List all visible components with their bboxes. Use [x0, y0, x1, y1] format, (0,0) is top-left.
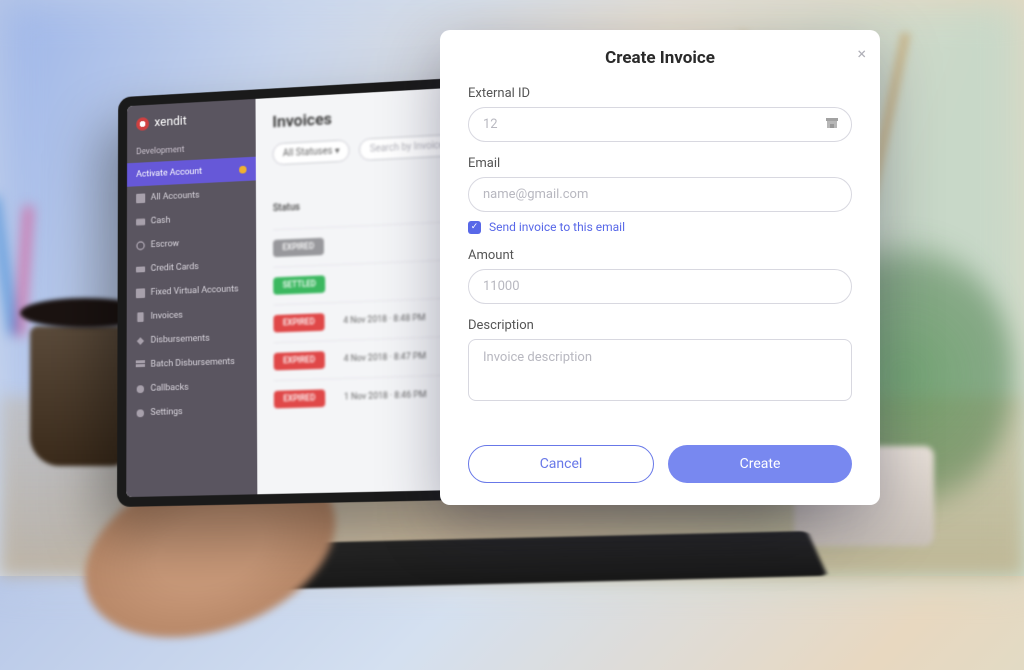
send-email-label: Send invoice to this email [489, 220, 625, 234]
brand-logo-icon [136, 117, 149, 131]
store-icon [824, 115, 840, 131]
col-status: Status [273, 195, 339, 220]
status-badge: SETTLED [273, 275, 325, 294]
gear-icon [136, 408, 145, 418]
create-invoice-modal: Create Invoice × External ID Email ✓ Sen… [440, 30, 880, 505]
card-icon [136, 264, 145, 274]
checkbox-icon: ✓ [468, 221, 481, 234]
sidebar-item-label: Activate Account [136, 166, 202, 180]
va-icon [136, 288, 145, 298]
disbursement-icon [136, 336, 145, 346]
pending-indicator-icon [239, 165, 246, 173]
email-input[interactable] [468, 177, 852, 212]
amount-label: Amount [468, 248, 852, 263]
accounts-icon [136, 193, 145, 203]
email-label: Email [468, 156, 852, 171]
sidebar-item-label: Escrow [151, 238, 179, 250]
status-badge: EXPIRED [273, 238, 324, 258]
modal-title: Create Invoice [460, 48, 860, 68]
description-input[interactable] [468, 339, 852, 401]
amount-input[interactable] [468, 269, 852, 304]
batch-icon [136, 360, 145, 370]
sidebar-item-settings[interactable]: Settings [126, 397, 257, 425]
cancel-button[interactable]: Cancel [468, 445, 654, 483]
sidebar-item-label: Settings [150, 406, 182, 418]
create-button[interactable]: Create [668, 445, 852, 483]
sidebar-item-label: Callbacks [150, 382, 188, 394]
close-icon[interactable]: × [857, 44, 866, 63]
sidebar-item-label: Fixed Virtual Accounts [151, 284, 239, 298]
send-email-checkbox-row[interactable]: ✓ Send invoice to this email [468, 220, 852, 234]
status-badge: EXPIRED [274, 389, 325, 408]
status-filter-dropdown[interactable]: All Statuses ▾ [272, 139, 350, 165]
escrow-icon [136, 240, 145, 250]
status-badge: EXPIRED [274, 351, 325, 370]
status-badge: EXPIRED [273, 313, 324, 332]
external-id-input[interactable] [468, 107, 852, 142]
invoice-icon [136, 312, 145, 322]
brand-name: xendit [154, 114, 186, 130]
sidebar-item-label: Invoices [151, 310, 183, 322]
sidebar-item-label: Cash [151, 215, 171, 226]
sidebar: xendit Development Activate Account All … [126, 99, 257, 497]
modal-body: External ID Email ✓ Send invoice to this… [440, 82, 880, 439]
modal-header: Create Invoice × [440, 30, 880, 82]
external-id-label: External ID [468, 86, 852, 101]
sidebar-item-label: All Accounts [151, 190, 200, 203]
sidebar-item-label: Batch Disbursements [151, 356, 235, 369]
sidebar-item-label: Disbursements [151, 333, 210, 346]
cash-icon [136, 217, 145, 227]
modal-footer: Cancel Create [440, 439, 880, 505]
callback-icon [136, 384, 145, 394]
description-label: Description [468, 318, 852, 333]
sidebar-item-label: Credit Cards [151, 261, 199, 274]
